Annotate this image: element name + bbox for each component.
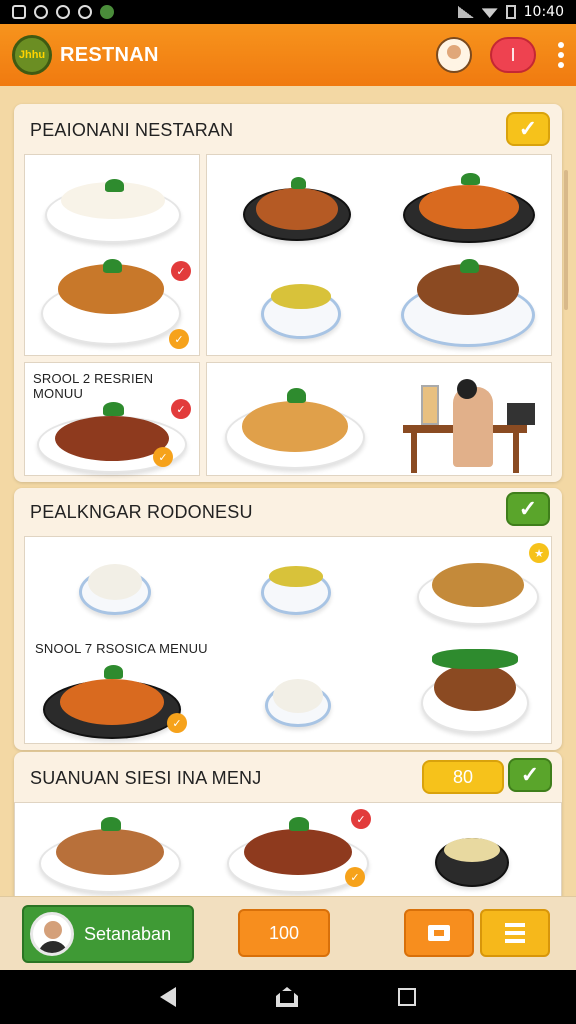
app-icon: [100, 5, 114, 19]
lock-icon: [56, 5, 70, 19]
app-bar: Jhhu RESTNAN I: [0, 24, 576, 86]
favorite-badge-icon: ✓: [153, 447, 173, 467]
back-icon[interactable]: [160, 987, 176, 1007]
wifi-icon: [481, 8, 498, 18]
curry-bowl-icon: [261, 267, 341, 339]
bottom-action-bar: Setanaban 100: [0, 896, 576, 970]
status-bar: 10:40: [0, 0, 576, 24]
section-restaurant-menu: PEAIONANI NESTARAN ✓ ✓ ✓ SROOL 2 RESRIEN…: [14, 104, 562, 482]
fried-rice-dish-icon: [41, 255, 181, 345]
status-right: 10:40: [457, 4, 564, 20]
dish-card[interactable]: SROOL 2 RESRIEN MONUU ✓ ✓: [24, 362, 200, 476]
scrollbar[interactable]: [564, 170, 568, 310]
primary-action-label: Setanaban: [84, 923, 172, 944]
logo-text: Jhhu: [18, 49, 46, 61]
hot-badge-icon: ✓: [171, 261, 191, 281]
rice-dish-icon: [45, 163, 181, 243]
count-button[interactable]: 100: [238, 909, 330, 957]
favorite-badge-icon: ✓: [169, 329, 189, 349]
rice-bowl-icon[interactable]: [79, 549, 151, 615]
section-title: SUANUAN SIESI INA MENJ: [30, 768, 262, 788]
system-nav-bar: [0, 970, 576, 1024]
noodle-bowl-icon: [225, 377, 365, 469]
user-avatar: [30, 912, 74, 956]
tofu-soup-bowl-icon[interactable]: [435, 817, 509, 887]
drink-glass-icon: [421, 385, 439, 425]
dish-card[interactable]: [206, 154, 552, 356]
hot-badge-icon: ✓: [351, 809, 371, 829]
primary-action-button[interactable]: Setanaban: [22, 905, 194, 963]
restaurant-logo[interactable]: Jhhu: [12, 35, 52, 75]
app-title: RESTNAN: [60, 43, 159, 66]
check-icon: ✓: [520, 762, 540, 787]
section-title: PEAIONANI NESTARAN: [30, 120, 234, 140]
grilled-fish-dish-icon: [403, 163, 535, 243]
dish-card[interactable]: [206, 362, 552, 476]
nasi-dish-icon[interactable]: [417, 545, 539, 625]
section-special-menu: SUANUAN SIESI INA MENJ 80 ✓ ✓ ✓: [14, 752, 562, 902]
recent-apps-icon[interactable]: [398, 988, 416, 1006]
list-icon: [505, 923, 525, 943]
section-indonesian-menu: PEALKNGAR RODONESU ✓ ★ SNOOL 7 RSOSICA M…: [14, 488, 562, 750]
check-icon: ✓: [518, 496, 538, 521]
check-button[interactable]: ✓: [506, 492, 550, 526]
dish-card[interactable]: ✓ ✓: [24, 154, 200, 356]
alarm-icon: [34, 5, 48, 19]
shield-icon: [78, 5, 92, 19]
home-icon[interactable]: [276, 987, 298, 1007]
section-title: PEALKNGAR RODONESU: [30, 502, 253, 522]
signal-icon: [457, 6, 474, 18]
grilled-chicken-dish-icon[interactable]: [43, 655, 181, 739]
rice-bowl-icon[interactable]: [265, 665, 331, 727]
satay-bowl-icon[interactable]: [421, 647, 529, 733]
chair-icon: [507, 403, 535, 425]
count-label: 100: [268, 922, 300, 943]
favorite-badge-icon: ✓: [167, 713, 187, 733]
chef-avatar-icon[interactable]: [436, 37, 472, 73]
battery-icon: [505, 5, 516, 19]
red-button-label: I: [510, 44, 516, 65]
cart-button[interactable]: [404, 909, 474, 957]
check-button[interactable]: ✓: [506, 112, 550, 146]
favorite-badge-icon: ✓: [345, 867, 365, 887]
menu-list-button[interactable]: [480, 909, 550, 957]
curry-bowl-icon[interactable]: [261, 551, 331, 615]
more-menu-icon[interactable]: [558, 42, 564, 68]
dish-grid-card: ★ SNOOL 7 RSOSICA MENUU ✓: [24, 536, 552, 744]
diner-person-icon: [453, 387, 493, 467]
image-icon: [12, 5, 26, 19]
soup-bowl-icon: [243, 165, 351, 241]
cart-icon: [428, 925, 450, 941]
status-time: 10:40: [523, 4, 564, 20]
dish-row-card: ✓ ✓: [14, 802, 562, 902]
star-badge-icon: ★: [529, 543, 549, 563]
red-action-button[interactable]: I: [490, 37, 536, 73]
check-icon: ✓: [518, 116, 538, 141]
hot-badge-icon: ✓: [171, 399, 191, 419]
rendang-bowl-icon: [401, 255, 535, 347]
sausage-rice-dish-icon[interactable]: [39, 809, 181, 893]
check-button[interactable]: ✓: [508, 758, 552, 792]
status-left-icons: [12, 5, 114, 19]
card-label: SNOOL 7 RSOSICA MENUU: [35, 641, 208, 656]
count-badge: 80: [422, 760, 504, 794]
